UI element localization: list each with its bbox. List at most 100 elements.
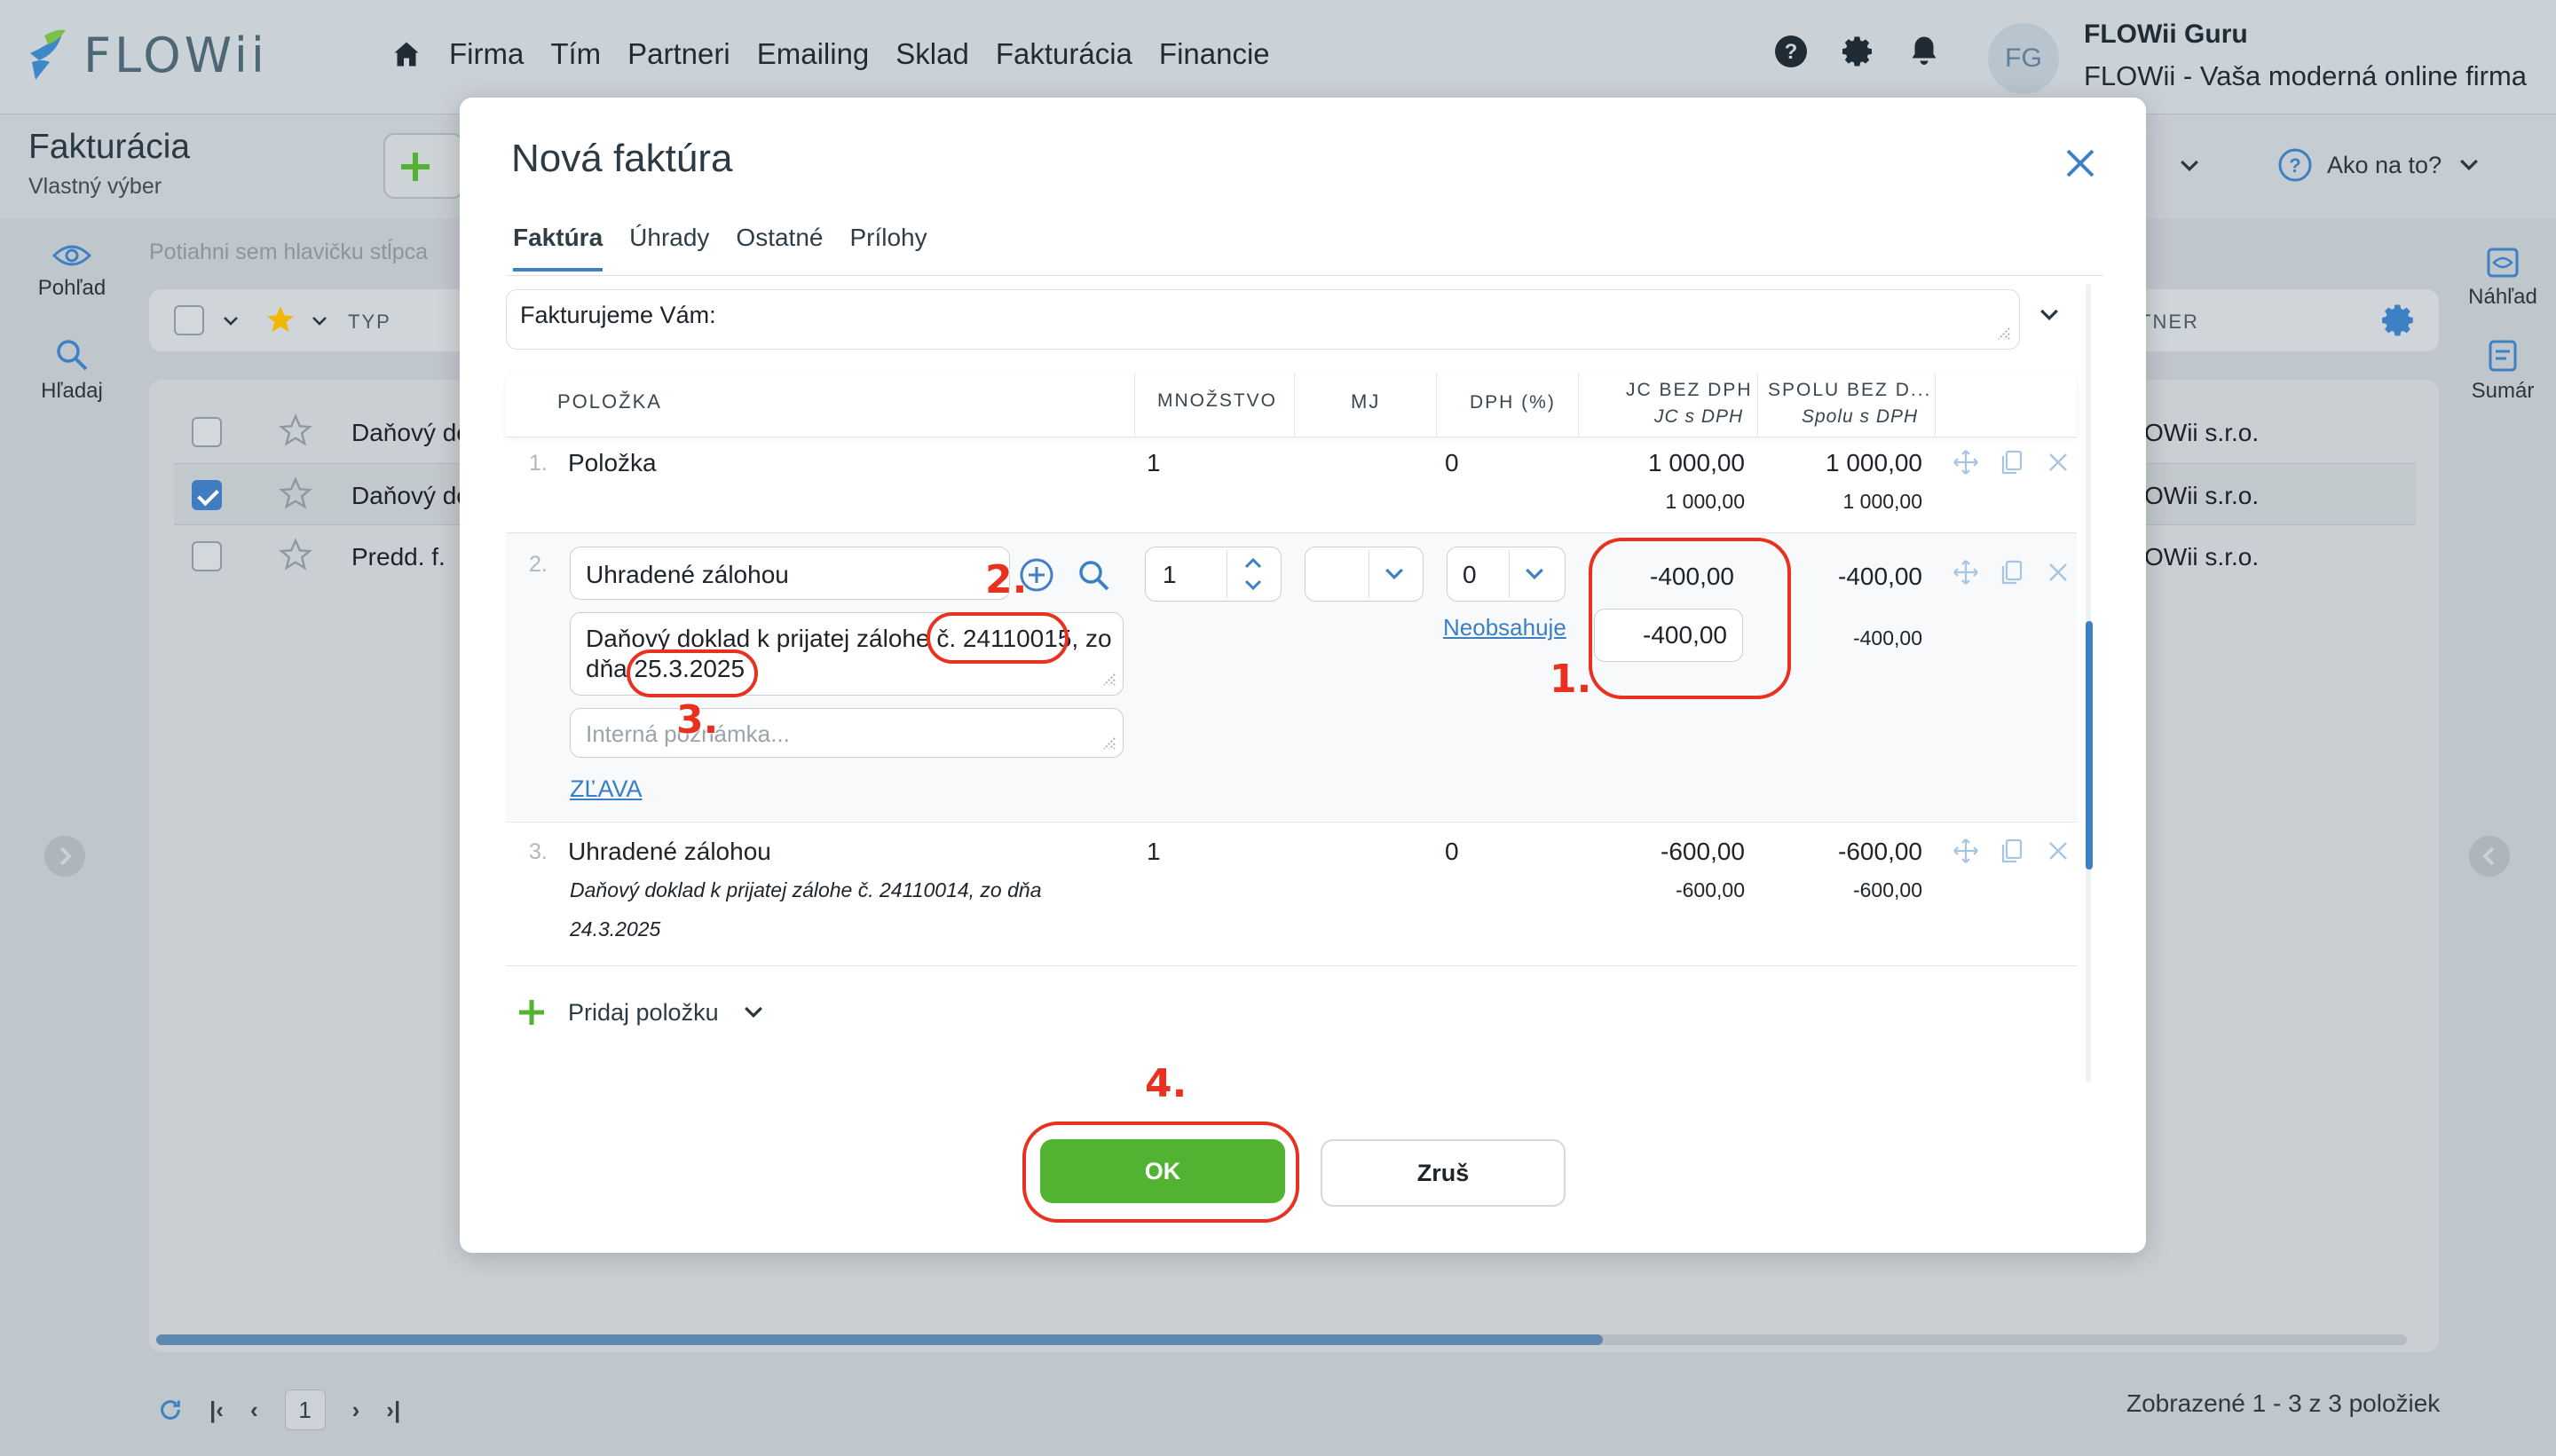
new-document-button[interactable] xyxy=(383,133,463,199)
delete-icon[interactable] xyxy=(2045,449,2071,476)
search-icon xyxy=(57,340,88,371)
page-subtitle: Vlastný výber xyxy=(28,174,162,199)
col-divider xyxy=(1294,373,1295,437)
item-total: 1 000,00 xyxy=(1826,449,1922,476)
col-item: POLOŽKA xyxy=(557,390,662,413)
scroll-left-button[interactable] xyxy=(44,836,85,877)
rail-search[interactable]: Hľadaj xyxy=(0,337,144,404)
annotation-label-4: 4. xyxy=(1145,1061,1187,1106)
tab-uhrady[interactable]: Úhrady xyxy=(629,224,709,272)
horizontal-scrollbar[interactable] xyxy=(156,1334,2407,1345)
nav-sklad[interactable]: Sklad xyxy=(895,37,969,71)
prev-page-icon[interactable]: ‹ xyxy=(250,1397,258,1424)
flowii-logo[interactable]: FLOWii xyxy=(27,27,268,83)
chevron-down-icon[interactable] xyxy=(2036,302,2063,328)
cancel-button[interactable]: Zruš xyxy=(1321,1139,1566,1207)
item-description-line1: Daňový doklad k prijatej zálohe č. 24110… xyxy=(570,878,1042,901)
nav-partneri[interactable]: Partneri xyxy=(627,37,730,71)
dialog-scrollbar-thumb[interactable] xyxy=(2086,621,2093,870)
main-nav: Firma Tím Partneri Emailing Sklad Faktur… xyxy=(390,37,1270,71)
row-type: Predd. f. xyxy=(351,543,446,571)
flowii-logo-mark-icon xyxy=(27,27,71,83)
page-number[interactable]: 1 xyxy=(284,1389,326,1430)
bell-icon[interactable] xyxy=(1908,34,1940,69)
last-page-icon[interactable]: ›| xyxy=(386,1397,400,1424)
close-icon[interactable] xyxy=(2061,144,2100,183)
logo-text: FLOWii xyxy=(83,27,268,83)
gear-icon[interactable] xyxy=(1841,34,1876,69)
rail-summary[interactable]: Sumár xyxy=(2450,339,2556,404)
nav-tim[interactable]: Tím xyxy=(550,37,601,71)
refresh-icon[interactable] xyxy=(158,1397,183,1422)
col-unit-price: JC BEZ DPH xyxy=(1626,380,1753,400)
discount-link[interactable]: ZĽAVA xyxy=(570,775,643,803)
star-outline-icon[interactable] xyxy=(279,476,312,510)
next-page-icon[interactable]: › xyxy=(352,1397,360,1424)
tab-ostatne[interactable]: Ostatné xyxy=(736,224,823,272)
copy-icon[interactable] xyxy=(1999,449,2025,476)
item-number: 2. xyxy=(529,552,548,577)
rail-view[interactable]: Pohľad xyxy=(0,241,144,301)
settings-gear-icon[interactable] xyxy=(2380,302,2418,339)
delete-icon[interactable] xyxy=(2045,838,2071,864)
copy-icon[interactable] xyxy=(1999,559,2025,586)
resize-handle-icon[interactable] xyxy=(1097,667,1116,687)
add-item-button[interactable]: Pridaj položku xyxy=(517,997,767,1027)
row-checkbox[interactable] xyxy=(192,417,222,447)
stepper-arrows-icon[interactable] xyxy=(1239,552,1267,596)
resize-handle-icon[interactable] xyxy=(1992,321,2011,341)
resize-handle-icon[interactable] xyxy=(1097,731,1116,751)
star-outline-icon[interactable] xyxy=(279,538,312,571)
help-menu[interactable]: ? Ako na to? xyxy=(2277,147,2482,183)
item-vat: 0 xyxy=(1445,838,1459,865)
annotation-label-2: 2. xyxy=(985,557,1028,602)
chevron-down-icon[interactable] xyxy=(220,311,241,332)
chevron-down-icon[interactable] xyxy=(1521,561,1548,587)
rail-preview-label: Náhľad xyxy=(2468,285,2537,309)
copy-icon[interactable] xyxy=(1999,838,2025,864)
user-company: FLOWii - Vaša moderná online firma xyxy=(2084,60,2528,91)
rail-preview[interactable]: Náhľad xyxy=(2450,247,2556,310)
move-icon[interactable] xyxy=(1952,449,1979,476)
col-unit-price-sub: JC s DPH xyxy=(1654,406,1744,427)
first-page-icon[interactable]: |‹ xyxy=(209,1397,224,1424)
search-icon[interactable] xyxy=(1076,557,1111,593)
item-total-vat: 1 000,00 xyxy=(1842,490,1922,513)
annotation-ring-1 xyxy=(1589,538,1791,699)
nav-fakturacia[interactable]: Fakturácia xyxy=(996,37,1132,71)
nav-firma[interactable]: Firma xyxy=(449,37,524,71)
scrollbar-thumb[interactable] xyxy=(156,1334,1603,1345)
nav-financie[interactable]: Financie xyxy=(1159,37,1270,71)
vat-exempt-link[interactable]: Neobsahuje xyxy=(1443,614,1566,641)
intro-text-field[interactable] xyxy=(506,289,2020,350)
help-icon[interactable]: ? xyxy=(1773,34,1809,69)
scroll-right-button[interactable] xyxy=(2469,836,2510,877)
row-checkbox[interactable] xyxy=(192,480,222,510)
chevron-down-icon[interactable] xyxy=(2176,153,2203,179)
star-filled-icon[interactable] xyxy=(264,303,296,335)
item-name: Uhradené zálohou xyxy=(568,838,771,865)
chevron-down-icon[interactable] xyxy=(1381,561,1408,587)
move-icon[interactable] xyxy=(1952,838,1979,864)
tab-prilohy[interactable]: Prílohy xyxy=(849,224,927,272)
home-icon[interactable] xyxy=(390,38,422,70)
row-partner: OWii s.r.o. xyxy=(2144,419,2260,446)
dialog-tabs: Faktúra Úhrady Ostatné Prílohy xyxy=(513,224,927,272)
item-unit-price-vat: -600,00 xyxy=(1675,878,1745,901)
pager: |‹ ‹ 1 › ›| xyxy=(158,1389,400,1430)
tab-faktura[interactable]: Faktúra xyxy=(513,224,604,272)
select-divider xyxy=(1509,550,1510,598)
star-outline-icon[interactable] xyxy=(279,413,312,447)
rail-view-label: Pohľad xyxy=(37,276,106,300)
row-checkbox[interactable] xyxy=(192,541,222,571)
col-vat: DPH (%) xyxy=(1470,392,1556,413)
delete-icon[interactable] xyxy=(2045,559,2071,586)
avatar[interactable]: FG xyxy=(1988,23,2059,94)
chevron-down-icon xyxy=(744,1006,762,1019)
move-icon[interactable] xyxy=(1952,559,1979,586)
chevron-down-icon[interactable] xyxy=(309,311,330,332)
nav-emailing[interactable]: Emailing xyxy=(757,37,870,71)
select-all-checkbox[interactable] xyxy=(174,305,204,335)
column-type[interactable]: TYP xyxy=(348,311,391,334)
column-partner[interactable]: TNER xyxy=(2139,311,2199,334)
